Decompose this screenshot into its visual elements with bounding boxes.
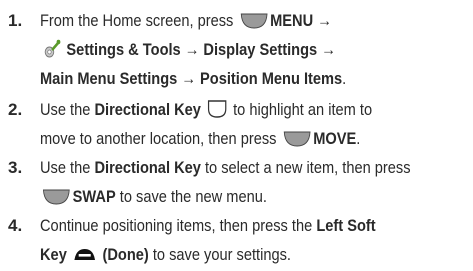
step-line: From the Home screen, press MENU →	[40, 6, 332, 35]
step-line: Use the Directional Key to select a new …	[40, 153, 411, 182]
step-line: Use the Directional Key to highlight an …	[40, 95, 372, 124]
directional-key-label: Directional Key	[94, 158, 201, 177]
step-text: .	[356, 129, 361, 148]
step-text: to save the new menu.	[115, 187, 267, 206]
menu-path: Main Menu Settings → Position Menu Items	[40, 69, 343, 88]
key-label: Key	[40, 245, 67, 264]
step-text: to save your settings.	[148, 245, 291, 264]
step-line: SWAP to save the new menu.	[40, 182, 267, 211]
done-label: (Done)	[102, 245, 149, 264]
step-line: Settings & Tools → Display Settings →	[40, 35, 336, 64]
left-soft-key-icon	[73, 246, 97, 264]
step-number: 3.	[8, 158, 23, 177]
left-soft-label: Left Soft	[316, 216, 376, 235]
step-line: Continue positioning items, then press t…	[40, 211, 376, 240]
step-line: Main Menu Settings → Position Menu Items…	[40, 64, 346, 93]
swap-key-icon	[42, 188, 71, 206]
step-number: 1.	[8, 11, 23, 30]
menu-key-icon	[239, 12, 268, 30]
settings-tools-icon	[42, 39, 61, 59]
step-text: Continue positioning items, then press t…	[40, 216, 317, 235]
menu-label: MENU →	[270, 11, 332, 30]
step-line: move to another location, then press MOV…	[40, 124, 360, 153]
move-key-icon	[282, 130, 311, 148]
step-text: .	[342, 69, 347, 88]
step-line: Key (Done) to save your settings.	[40, 240, 291, 269]
directional-key-label: Directional Key	[94, 100, 201, 119]
settings-path: Settings & Tools → Display Settings →	[66, 40, 336, 59]
swap-label: SWAP	[72, 187, 116, 206]
instruction-steps: 1. From the Home screen, press MENU → Se…	[0, 0, 473, 271]
step-text: Use the	[40, 100, 95, 119]
step-number: 4.	[8, 216, 23, 235]
step-text: move to another location, then press	[40, 129, 281, 148]
step-number: 2.	[8, 100, 23, 119]
step-text: Use the	[40, 158, 95, 177]
move-label: MOVE	[313, 129, 357, 148]
directional-key-icon	[207, 99, 228, 119]
step-text: From the Home screen, press	[40, 11, 238, 30]
step-text: to highlight an item to	[229, 100, 373, 119]
step-text: to select a new item, then press	[200, 158, 411, 177]
